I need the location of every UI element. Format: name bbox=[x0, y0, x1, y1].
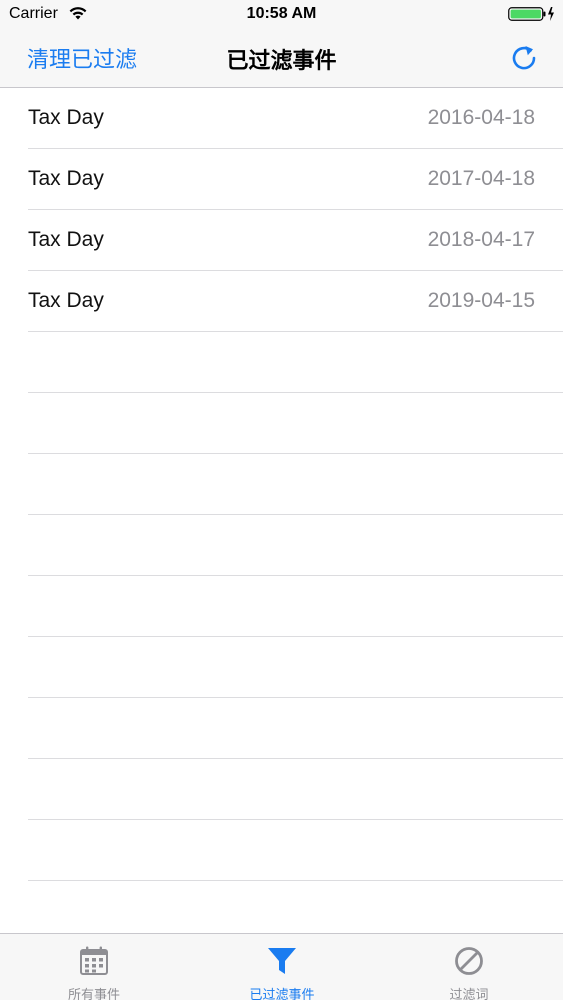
calendar-icon bbox=[80, 946, 108, 975]
status-bar: Carrier 10:58 AM bbox=[0, 0, 563, 30]
empty-row bbox=[28, 454, 563, 515]
tab-label: 过滤词 bbox=[449, 987, 489, 1000]
event-date: 2016-04-18 bbox=[427, 106, 535, 129]
page-title: 已过滤事件 bbox=[226, 48, 337, 73]
filtered-events-list: Tax Day 2016-04-18 Tax Day 2017-04-18 Ta… bbox=[0, 88, 563, 933]
refresh-icon[interactable] bbox=[508, 42, 540, 74]
empty-row bbox=[28, 393, 563, 454]
empty-row bbox=[28, 820, 563, 881]
tab-filter-words[interactable]: 过滤词 bbox=[375, 934, 563, 1000]
event-title: Tax Day bbox=[28, 167, 104, 190]
empty-row bbox=[28, 759, 563, 820]
status-time: 10:58 AM bbox=[246, 5, 317, 22]
event-title: Tax Day bbox=[28, 289, 104, 312]
list-item[interactable]: Tax Day 2016-04-18 bbox=[28, 88, 563, 149]
event-date: 2018-04-17 bbox=[427, 228, 535, 251]
tab-label: 已过滤事件 bbox=[249, 987, 315, 1000]
event-date: 2017-04-18 bbox=[427, 167, 535, 190]
prohibited-icon bbox=[455, 947, 483, 975]
filter-icon bbox=[268, 948, 296, 974]
tab-filtered-events[interactable]: 已过滤事件 bbox=[188, 934, 376, 1000]
tab-bar: 所有事件 已过滤事件 过滤词 bbox=[0, 933, 563, 1000]
app-screen: Carrier 10:58 AM 清理已过滤 已过滤事件 Tax Day 201… bbox=[0, 0, 563, 1000]
event-date: 2019-04-15 bbox=[427, 289, 535, 312]
empty-row bbox=[28, 698, 563, 759]
empty-row bbox=[28, 332, 563, 393]
event-title: Tax Day bbox=[28, 228, 104, 251]
navigation-bar: 清理已过滤 已过滤事件 bbox=[0, 30, 563, 88]
tab-label: 所有事件 bbox=[67, 987, 120, 1000]
empty-row bbox=[28, 637, 563, 698]
list-item[interactable]: Tax Day 2018-04-17 bbox=[28, 210, 563, 271]
battery-icon bbox=[508, 7, 554, 21]
tab-all-events[interactable]: 所有事件 bbox=[0, 934, 188, 1000]
event-title: Tax Day bbox=[28, 106, 104, 129]
empty-row bbox=[28, 576, 563, 637]
list-item[interactable]: Tax Day 2019-04-15 bbox=[28, 271, 563, 332]
empty-row bbox=[28, 881, 563, 933]
list-item[interactable]: Tax Day 2017-04-18 bbox=[28, 149, 563, 210]
empty-row bbox=[28, 515, 563, 576]
